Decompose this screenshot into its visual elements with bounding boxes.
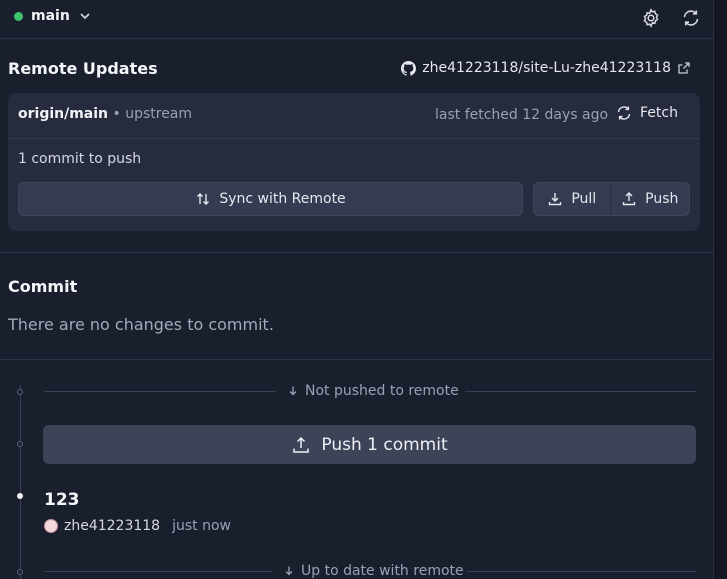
- pull-push-group: Pull Push: [533, 182, 690, 216]
- status-dot: [14, 11, 23, 21]
- push-commits-label: Push 1 commit: [321, 434, 448, 455]
- panel-edge: [713, 0, 727, 579]
- topbar: main: [0, 0, 714, 39]
- push-commits-button[interactable]: Push 1 commit: [43, 425, 696, 464]
- pull-button[interactable]: Pull: [534, 183, 611, 215]
- up-to-date-text: Up to date with remote: [301, 563, 464, 579]
- last-fetched: last fetched 12 days ago: [435, 107, 609, 123]
- chevron-down-icon: [80, 13, 90, 20]
- github-icon: [401, 60, 417, 76]
- fetch-refresh-icon: [617, 106, 631, 120]
- push-label: Push: [645, 191, 679, 207]
- separator-line: [465, 391, 696, 392]
- fetch-button[interactable]: Fetch: [616, 105, 678, 121]
- remote-card: origin/main • upstream last fetched 12 d…: [8, 93, 700, 231]
- up-to-date-label: Up to date with remote: [283, 563, 464, 579]
- timeline-node: [17, 441, 23, 447]
- branch-selector[interactable]: main: [14, 8, 92, 24]
- download-icon: [549, 193, 562, 206]
- fetch-label: Fetch: [640, 105, 678, 121]
- upload-icon: [622, 192, 636, 206]
- sync-button[interactable]: Sync with Remote: [18, 182, 523, 216]
- no-changes-text: There are no changes to commit.: [8, 315, 274, 334]
- settings-button[interactable]: [639, 6, 663, 30]
- remote-card-header: origin/main • upstream last fetched 12 d…: [8, 93, 700, 139]
- gear-icon: [643, 8, 659, 28]
- sync-label: Sync with Remote: [219, 191, 346, 207]
- repo-name: zhe41223118/site-Lu-zhe41223118: [422, 60, 671, 76]
- push-button[interactable]: Push: [611, 183, 689, 215]
- not-pushed-text: Not pushed to remote: [305, 383, 459, 399]
- upstream-label: upstream: [125, 106, 193, 122]
- avatar: [44, 519, 58, 533]
- repo-link[interactable]: zhe41223118/site-Lu-zhe41223118: [401, 60, 691, 76]
- sync-arrows-icon: [197, 193, 210, 205]
- tracking-branch: origin/main • upstream: [18, 106, 193, 122]
- commit-title: Commit: [8, 277, 78, 296]
- arrow-down-icon: [289, 386, 297, 396]
- commit-author: zhe41223118: [64, 518, 161, 534]
- pull-label: Pull: [571, 191, 597, 207]
- separator-line: [467, 571, 696, 572]
- commits-to-push: 1 commit to push: [18, 151, 142, 167]
- timeline-node: [17, 569, 23, 575]
- branch-name: main: [31, 8, 70, 24]
- section-divider: [0, 252, 714, 253]
- commit-meta: zhe41223118 just now: [44, 518, 231, 534]
- commit-message[interactable]: 123: [44, 490, 80, 510]
- timeline-node: [17, 389, 23, 395]
- remote-updates-title: Remote Updates: [8, 59, 158, 78]
- arrow-down-icon: [285, 566, 293, 576]
- separator-line: [44, 391, 276, 392]
- refresh-button[interactable]: [679, 6, 703, 30]
- separator-line: [44, 571, 272, 572]
- commit-time: just now: [172, 518, 231, 534]
- upload-icon: [293, 436, 310, 453]
- external-link-icon: [678, 62, 690, 74]
- tracking-branch-name: origin/main: [18, 106, 109, 122]
- timeline-line: [20, 385, 21, 579]
- refresh-icon: [683, 10, 699, 26]
- timeline-commit-node: [17, 493, 23, 499]
- not-pushed-label: Not pushed to remote: [287, 383, 459, 399]
- section-divider: [0, 359, 714, 360]
